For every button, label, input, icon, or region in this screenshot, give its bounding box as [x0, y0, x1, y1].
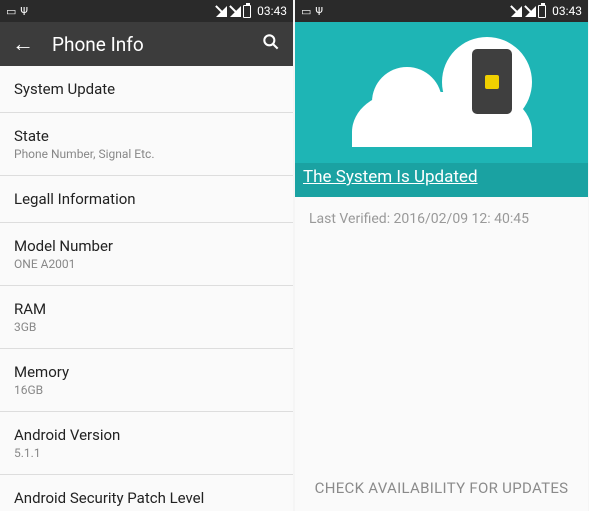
item-title: RAM	[14, 300, 279, 318]
item-title: Android Security Patch Level	[14, 489, 279, 507]
usb-icon: Ψ	[315, 5, 323, 18]
signal-2-icon	[524, 5, 536, 17]
info-list: System Update State Phone Number, Signal…	[0, 66, 293, 511]
list-item-android-version[interactable]: Android Version 5.1.1	[0, 412, 293, 475]
status-bar: ▭ Ψ 03:43	[0, 0, 293, 22]
app-bar-title: Phone Info	[52, 33, 261, 56]
list-item-system-update[interactable]: System Update	[0, 66, 293, 113]
last-verified-text: Last Verified: 2016/02/09 12: 40:45	[295, 197, 588, 241]
item-title: Legall Information	[14, 190, 279, 208]
item-title: Model Number	[14, 237, 279, 255]
signal-2-icon	[229, 5, 241, 17]
usb-icon: Ψ	[20, 5, 28, 18]
search-icon[interactable]	[261, 32, 281, 57]
item-sub: 3GB	[14, 320, 279, 334]
status-time: 03:43	[257, 4, 287, 18]
battery-icon	[243, 5, 251, 18]
list-item-model[interactable]: Model Number ONE A2001	[0, 223, 293, 286]
item-sub: 5.1.1	[14, 446, 279, 460]
item-title: System Update	[14, 80, 279, 98]
list-item-memory[interactable]: Memory 16GB	[0, 349, 293, 412]
item-title: Memory	[14, 363, 279, 381]
app-bar: ← Phone Info	[0, 22, 293, 66]
update-status-text: The System Is Updated	[295, 163, 588, 197]
check-updates-button[interactable]: CHECK AVAILABILITY FOR UPDATES	[295, 465, 588, 511]
cloud-phone-icon	[322, 37, 562, 147]
item-title: State	[14, 127, 279, 145]
update-hero: The System Is Updated	[295, 22, 588, 197]
sim-icon: ▭	[301, 5, 311, 18]
signal-1-icon	[510, 5, 522, 17]
item-sub: 16GB	[14, 383, 279, 397]
list-item-state[interactable]: State Phone Number, Signal Etc.	[0, 113, 293, 176]
sim-icon: ▭	[6, 5, 16, 18]
phone-info-screen: ▭ Ψ 03:43 ← Phone Info System Update Sta…	[0, 0, 293, 511]
list-item-security-patch[interactable]: Android Security Patch Level 1 December …	[0, 475, 293, 511]
status-time: 03:43	[552, 4, 582, 18]
battery-icon	[538, 5, 546, 18]
list-item-legal[interactable]: Legall Information	[0, 176, 293, 223]
status-bar: ▭ Ψ 03:43	[295, 0, 588, 22]
item-title: Android Version	[14, 426, 279, 444]
item-sub: ONE A2001	[14, 257, 279, 271]
back-icon[interactable]: ←	[12, 31, 34, 57]
system-update-screen: ▭ Ψ 03:43 The System Is Updated Last Ver…	[295, 0, 588, 511]
list-item-ram[interactable]: RAM 3GB	[0, 286, 293, 349]
item-sub: Phone Number, Signal Etc.	[14, 147, 279, 161]
signal-1-icon	[215, 5, 227, 17]
